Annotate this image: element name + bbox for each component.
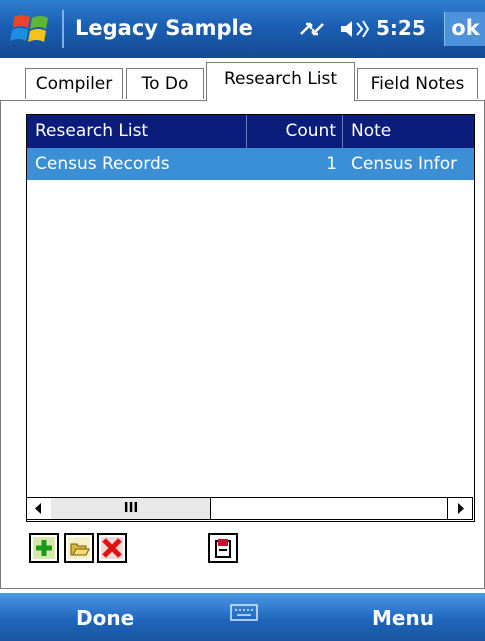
scroll-thumb-grip: III xyxy=(123,501,139,516)
soft-key-bar: Done Menu xyxy=(0,593,485,641)
tab-strip: Compiler To Do Research List Field Notes xyxy=(0,58,485,102)
add-icon xyxy=(33,537,55,559)
tab-compiler[interactable]: Compiler xyxy=(25,68,123,99)
cell-research-list: Census Records xyxy=(35,154,170,174)
list-header: Research List Count Note xyxy=(27,115,474,148)
delete-button[interactable] xyxy=(97,533,127,563)
cell-note: Census Infor xyxy=(351,154,458,174)
tab-research-list[interactable]: Research List xyxy=(206,62,355,101)
scroll-left-button[interactable] xyxy=(27,498,52,519)
tab-to-do[interactable]: To Do xyxy=(126,68,204,99)
scroll-thumb[interactable]: III xyxy=(51,498,211,519)
menu-softkey[interactable]: Menu xyxy=(372,606,434,630)
tab-field-notes[interactable]: Field Notes xyxy=(357,68,478,99)
column-header-research-list[interactable]: Research List xyxy=(27,115,247,148)
list-item[interactable]: Census Records 1 Census Infor xyxy=(27,148,474,180)
title-bar: Legacy Sample 5:25 ok xyxy=(0,0,485,58)
done-softkey[interactable]: Done xyxy=(76,606,134,630)
scroll-right-arrow-icon xyxy=(458,503,464,514)
horizontal-scrollbar[interactable]: III xyxy=(26,497,473,520)
research-list-view[interactable]: Research List Count Note Census Records … xyxy=(26,114,475,522)
windows-start-icon[interactable] xyxy=(10,11,54,47)
ok-button[interactable]: ok xyxy=(444,12,485,46)
app-title: Legacy Sample xyxy=(75,16,253,40)
volume-icon[interactable] xyxy=(338,16,370,42)
export-icon xyxy=(212,537,234,559)
connectivity-icon[interactable] xyxy=(297,16,327,42)
column-header-note[interactable]: Note xyxy=(343,115,474,148)
keyboard-icon[interactable] xyxy=(230,603,258,623)
open-folder-icon xyxy=(68,537,90,559)
open-button[interactable] xyxy=(64,533,94,563)
column-header-count[interactable]: Count xyxy=(247,115,343,148)
scroll-right-button[interactable] xyxy=(447,498,472,519)
title-separator xyxy=(62,10,64,48)
cell-count: 1 xyxy=(326,154,337,174)
add-button[interactable] xyxy=(29,533,59,563)
clock[interactable]: 5:25 xyxy=(376,16,426,40)
scroll-left-arrow-icon xyxy=(35,503,41,514)
export-button[interactable] xyxy=(208,533,238,563)
delete-icon xyxy=(101,537,123,559)
